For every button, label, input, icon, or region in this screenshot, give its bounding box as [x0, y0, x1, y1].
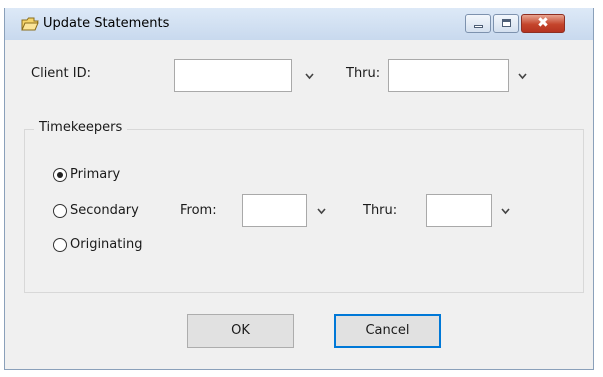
from-chevron-down-icon[interactable]: [316, 207, 327, 216]
client-id-field[interactable]: [174, 59, 292, 92]
maximize-icon: [502, 19, 511, 27]
timekeeper-thru-chevron-down-icon[interactable]: [500, 207, 511, 216]
title-bar[interactable]: Update Statements ✖: [5, 8, 593, 40]
originating-radio-label[interactable]: Originating: [70, 237, 142, 252]
secondary-radio[interactable]: [53, 204, 67, 218]
originating-radio[interactable]: [53, 238, 67, 252]
client-id-label: Client ID:: [31, 66, 91, 81]
client-id-chevron-down-icon[interactable]: [304, 72, 315, 81]
client-thru-chevron-down-icon[interactable]: [517, 72, 528, 81]
secondary-radio-label[interactable]: Secondary: [70, 203, 139, 218]
from-label: From:: [180, 203, 217, 218]
radio-selected-dot: [57, 172, 63, 178]
timekeeper-thru-label: Thru:: [363, 203, 398, 218]
client-thru-field[interactable]: [388, 59, 509, 92]
timekeepers-legend: Timekeepers: [34, 120, 128, 135]
timekeeper-thru-field[interactable]: [426, 194, 492, 227]
minimize-icon: [474, 25, 483, 28]
client-thru-label: Thru:: [346, 66, 381, 81]
primary-radio[interactable]: [53, 168, 67, 182]
maximize-button[interactable]: [493, 14, 519, 33]
close-button[interactable]: ✖: [521, 14, 565, 33]
minimize-button[interactable]: [465, 14, 491, 33]
ok-button[interactable]: OK: [187, 314, 294, 348]
primary-radio-label[interactable]: Primary: [70, 167, 120, 182]
close-icon: ✖: [537, 15, 549, 31]
folder-icon: [21, 17, 39, 31]
cancel-button[interactable]: Cancel: [334, 314, 441, 348]
window-title: Update Statements: [43, 16, 170, 31]
from-field[interactable]: [242, 194, 307, 227]
